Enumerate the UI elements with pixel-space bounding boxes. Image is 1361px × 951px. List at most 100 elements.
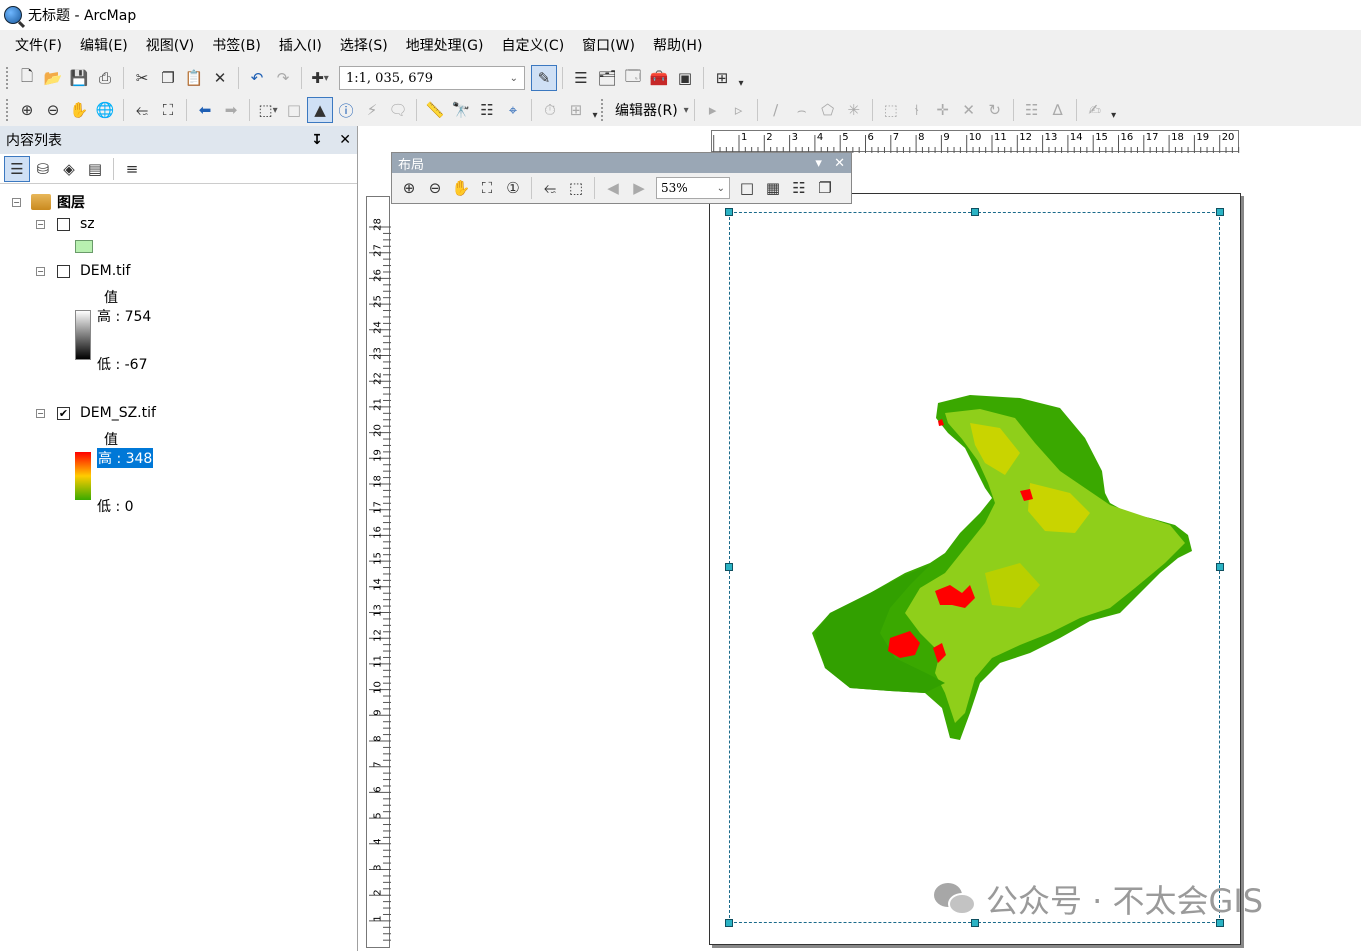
menu-help[interactable]: 帮助(H) [644,30,711,62]
clear-selection-icon[interactable]: □ [281,97,307,123]
chevron-down-icon[interactable]: ▾ [815,156,822,171]
list-by-drawing-order-icon[interactable]: ☰ [4,155,30,182]
data-driven-pages-icon[interactable]: ❐ [812,175,838,201]
selection-handle[interactable] [725,563,733,571]
hyperlink-icon[interactable]: ⚡ [359,97,385,123]
cut-icon[interactable]: ✂ [129,65,155,91]
undo-icon[interactable]: ↶ [244,65,270,91]
selection-handle[interactable] [725,919,733,927]
identify-icon[interactable]: ⓘ [333,97,359,123]
point-icon[interactable]: ✳ [841,97,867,123]
menu-selection[interactable]: 选择(S) [331,30,397,62]
menu-view[interactable]: 视图(V) [137,30,204,62]
next-extent-icon[interactable]: ▶ [626,175,652,201]
menu-windows[interactable]: 窗口(W) [573,30,644,62]
menu-customize[interactable]: 自定义(C) [492,30,573,62]
pan-hand-icon[interactable]: ✋ [66,97,92,123]
fixed-zoom-out-icon[interactable]: ⛶ [155,97,181,123]
toolbar-overflow-icon[interactable]: ▾ [1108,99,1120,121]
color-ramp-swatch[interactable] [75,452,91,500]
layer-row-sz[interactable]: − sz [36,216,95,232]
selection-handle[interactable] [1216,563,1224,571]
new-document-icon[interactable]: 🗋 [14,65,40,91]
legend-high-label-selected[interactable]: 高 : 348 [97,448,154,468]
forward-arrow-icon[interactable]: ➡ [218,97,244,123]
attributes-icon[interactable]: ☷ [1019,97,1045,123]
cut-polygons-icon[interactable]: ✛ [930,97,956,123]
menu-edit[interactable]: 编辑(E) [71,30,137,62]
rotate-icon[interactable]: ↻ [982,97,1008,123]
edit-vertices-icon[interactable]: ⬚ [878,97,904,123]
editor-toolbar-icon[interactable]: ✎ [531,65,557,91]
menu-bookmarks[interactable]: 书签(B) [203,30,270,62]
layer-visibility-checkbox[interactable]: ✔ [57,406,70,420]
toolbar-grip[interactable] [601,99,605,121]
open-folder-icon[interactable]: 📂 [40,65,66,91]
zoom-whole-page-icon[interactable]: ⛶ [474,175,500,201]
layer-visibility-checkbox[interactable] [57,264,70,278]
polygon-symbol-swatch[interactable] [75,240,93,253]
straight-segment-icon[interactable]: ∕ [763,97,789,123]
layer-visibility-checkbox[interactable] [57,217,70,231]
toolbar-grip[interactable] [6,67,10,89]
create-features-icon[interactable]: ✍ [1082,97,1108,123]
fixed-zoom-in-icon[interactable]: ⭋ [537,175,563,201]
sketch-properties-icon[interactable]: ∆ [1045,97,1071,123]
collapse-icon[interactable]: − [36,408,45,418]
toolbar-grip[interactable] [6,99,10,121]
copy-icon[interactable]: ❐ [155,65,181,91]
layout-zoom-in-icon[interactable]: ⊕ [396,175,422,201]
save-icon[interactable]: 💾 [66,65,92,91]
python-window-icon[interactable]: ▣ [672,65,698,91]
zoom-out-icon[interactable]: ⊖ [40,97,66,123]
zoom-100-percent-icon[interactable]: ① [500,175,526,201]
previous-extent-icon[interactable]: ◀ [600,175,626,201]
table-of-contents-icon[interactable]: ☰ [568,65,594,91]
selection-handle[interactable] [971,208,979,216]
modelbuilder-icon[interactable]: ⊞ [709,65,735,91]
chevron-down-icon[interactable]: ⌄ [717,183,725,194]
reshape-icon[interactable]: ⫮ [904,97,930,123]
select-features-icon[interactable]: ⬚ ▾ [255,97,281,123]
collapse-icon[interactable]: − [36,219,45,229]
layer-row-dem[interactable]: − DEM.tif [36,263,130,279]
redo-icon[interactable]: ↷ [270,65,296,91]
toggle-draft-mode-icon[interactable]: □ [734,175,760,201]
chevron-down-icon[interactable]: ▾ [684,105,689,116]
arctoolbox-icon[interactable]: 🧰 [646,65,672,91]
layout-view-canvas[interactable] [391,152,1361,951]
catalog-window-icon[interactable]: 🗂 [594,65,620,91]
list-by-selection-icon[interactable]: ▤ [82,156,108,182]
find-route-icon[interactable]: ☷ [474,97,500,123]
layout-toolbar-titlebar[interactable]: 布局 ▾ ✕ [392,153,851,173]
menu-file[interactable]: 文件(F) [6,30,71,62]
close-icon[interactable]: ✕ [834,156,845,171]
toolbar-overflow-icon[interactable]: ▾ [589,99,601,121]
list-by-source-icon[interactable]: ⛁ [30,156,56,182]
select-elements-arrow-icon[interactable]: ▲ [307,97,333,123]
data-frame[interactable] [725,208,1224,927]
go-to-xy-icon[interactable]: ⌖ [500,97,526,123]
trace-icon[interactable]: ⬠ [815,97,841,123]
pin-icon[interactable]: ↧ [311,132,323,148]
change-layout-icon[interactable]: ☷ [786,175,812,201]
focus-data-frame-icon[interactable]: ▦ [760,175,786,201]
zoom-in-icon[interactable]: ⊕ [14,97,40,123]
menu-insert[interactable]: 插入(I) [270,30,331,62]
editor-menu-button[interactable]: 编辑器(R) [609,100,684,120]
back-arrow-icon[interactable]: ⬅ [192,97,218,123]
selection-handle[interactable] [725,208,733,216]
delete-icon[interactable]: ✕ [207,65,233,91]
layout-pan-icon[interactable]: ✋ [448,175,474,201]
layout-zoom-out-icon[interactable]: ⊖ [422,175,448,201]
layer-row-dem-sz[interactable]: − ✔ DEM_SZ.tif [36,405,156,421]
grayscale-ramp-swatch[interactable] [75,310,91,360]
full-extent-globe-icon[interactable]: 🌐 [92,97,118,123]
tree-root-row[interactable]: − 图层 [12,192,85,212]
toolbar-overflow-icon[interactable]: ▾ [735,67,747,89]
print-icon[interactable]: ⎙ [92,65,118,91]
fixed-zoom-in-icon[interactable]: ⭋ [129,97,155,123]
edit-tool-icon[interactable]: ▸ [700,97,726,123]
edit-annotation-icon[interactable]: ▹ [726,97,752,123]
time-slider-icon[interactable]: ⏱ [537,97,563,123]
